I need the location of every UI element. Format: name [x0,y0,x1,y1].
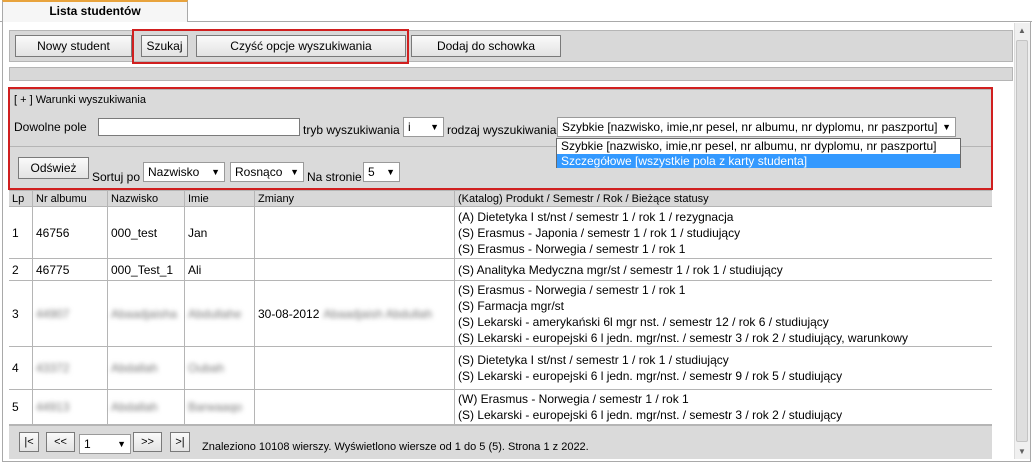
search-kind-dropdown: Szybkie [nazwisko, imie,nr pesel, nr alb… [556,138,961,168]
table-header: Lp Nr albumu Nazwisko Imie Zmiany (Katal… [9,190,992,207]
cell-album: 44907 [32,281,107,346]
changes-detail: Abaadjaish Abdullah [323,306,433,321]
previous-page-button[interactable]: << [46,432,75,452]
product-line: (S) Erasmus - Norwegia / semestr 1 / rok… [458,241,686,256]
column-header-album[interactable]: Nr albumu [32,191,107,207]
cell-surname-text: Abaadjaisha [111,306,178,321]
column-header-products[interactable]: (Katalog) Produkt / Semestr / Rok / Bież… [454,191,992,207]
cell-changes [254,207,454,258]
next-page-button[interactable]: >> [133,432,162,452]
chevron-down-icon: ▼ [117,439,126,449]
cell-lp: 1 [9,207,32,258]
cell-products: (A) Dietetyka I st/nst / semestr 1 / rok… [454,207,992,258]
cell-album-text: 46775 [36,262,70,277]
cell-name-text: Jan [188,225,208,240]
table-row[interactable]: 5 44913 Abdallah Barwaaqo (W) Erasmus - Norw… [9,390,992,425]
add-to-clipboard-button[interactable]: Dodaj do schowka [411,35,561,57]
cell-surname: Abdallah [107,347,184,389]
last-page-button[interactable]: >| [170,432,190,452]
search-kind-option-detailed[interactable]: Szczegółowe [wszystkie pola z karty stud… [557,154,960,168]
table-row[interactable]: 3 44907 Abaadjaisha Abdullahe 30-08-2012 Abaa… [9,281,992,347]
product-line: (S) Analityka Medyczna mgr/st / semestr … [458,262,783,277]
pager: |< << 1 ▼ >> >| Znaleziono 10108 wierszy.… [9,425,992,459]
column-header-changes[interactable]: Zmiany [254,191,454,207]
cell-changes [254,390,454,424]
cell-lp: 4 [9,347,32,389]
scroll-down-icon[interactable]: ▼ [1016,446,1028,458]
first-page-button[interactable]: |< [19,432,39,452]
product-line: (S) Lekarski - europejski 6 l jedn. mgr/… [458,369,843,383]
product-line: (S) Lekarski - europejski 6 l jedn. mgr/… [458,330,908,345]
page-select[interactable]: 1 ▼ [79,434,131,454]
cell-album-text: 43372 [36,361,70,375]
cell-name-text: Barwaaqo [188,400,243,414]
scroll-up-icon[interactable]: ▲ [1016,25,1028,37]
product-line: (S) Erasmus - Norwegia / semestr 1 / rok… [458,282,686,297]
cell-album: 43372 [32,347,107,389]
cell-surname-text: 000_test [111,225,158,240]
column-header-lp[interactable]: Lp [9,191,32,207]
cell-lp-text: 1 [12,225,19,240]
cell-lp-text: 5 [12,400,19,414]
cell-lp: 5 [9,390,32,424]
page-select-value: 1 [84,437,91,451]
product-line: (S) Erasmus - Japonia / semestr 1 / rok … [458,225,741,240]
cell-album-text: 44907 [36,306,70,321]
pager-summary: Znaleziono 10108 wierszy. Wyświetlono wi… [202,441,589,453]
table-row[interactable]: 1 46756 000_test Jan (A) Dietetyka I st/nst … [9,207,992,259]
cell-lp-text: 3 [12,306,19,321]
cell-surname: 000_Test_1 [107,259,184,280]
tab-student-list[interactable]: Lista studentów [2,0,188,22]
cell-name: Ali [184,259,254,280]
cell-album: 46775 [32,259,107,280]
product-line: (S) Dietetyka I st/nst / semestr 1 / rok… [458,353,729,367]
cell-lp-text: 2 [12,262,19,277]
cell-surname-text: 000_Test_1 [111,262,174,277]
product-line: (S) Lekarski - europejski 6 l jedn. mgr/… [458,408,843,422]
cell-surname-text: Abdallah [111,361,158,375]
cell-products: (S) Dietetyka I st/nst / semestr 1 / rok… [454,347,992,389]
search-kind-option-quick[interactable]: Szybkie [nazwisko, imie,nr pesel, nr alb… [557,139,960,153]
cell-lp: 3 [9,281,32,346]
toolbar-strip [9,67,1013,81]
cell-album: 46756 [32,207,107,258]
cell-surname: Abaadjaisha [107,281,184,346]
cell-name-text: Ali [188,262,202,277]
cell-lp: 2 [9,259,32,280]
cell-album-text: 44913 [36,400,70,414]
table-row[interactable]: 4 43372 Abdallah Oubah (S) Dietetyka I st/ns… [9,347,992,390]
product-line: (A) Dietetyka I st/nst / semestr 1 / rok… [458,209,734,224]
cell-products: (S) Analityka Medyczna mgr/st / semestr … [454,259,992,280]
cell-surname-text: Abdallah [111,400,158,414]
table-row[interactable]: 2 46775 000_Test_1 Ali (S) Analityka Medyczn… [9,259,992,281]
cell-name: Jan [184,207,254,258]
cell-name-text: Oubah [188,361,225,375]
cell-changes [254,259,454,280]
cell-lp-text: 4 [12,361,19,375]
cell-name: Barwaaqo [184,390,254,424]
cell-surname: 000_test [107,207,184,258]
column-header-surname[interactable]: Nazwisko [107,191,184,207]
product-line: (S) Lekarski - amerykański 6l mgr nst. /… [458,314,829,329]
cell-name-text: Abdullahe [188,306,242,321]
cell-album-text: 46756 [36,225,70,240]
product-line: (S) Farmacja mgr/st [458,298,565,313]
cell-products: (S) Erasmus - Norwegia / semestr 1 / rok… [454,281,992,346]
cell-changes [254,347,454,389]
cell-surname: Abdallah [107,390,184,424]
column-header-name[interactable]: Imie [184,191,254,207]
cell-name: Abdullahe [184,281,254,346]
new-student-button[interactable]: Nowy student [15,35,132,57]
product-line: (W) Erasmus - Norwegia / semestr 1 / rok… [458,392,689,406]
cell-changes: 30-08-2012 Abaadjaish Abdullah [254,281,454,346]
cell-products: (W) Erasmus - Norwegia / semestr 1 / rok… [454,390,992,424]
changes-date: 30-08-2012 [258,306,320,321]
scrollbar-thumb[interactable] [1016,40,1028,442]
highlight-box-buttons [132,29,409,64]
cell-name: Oubah [184,347,254,389]
cell-album: 44913 [32,390,107,424]
